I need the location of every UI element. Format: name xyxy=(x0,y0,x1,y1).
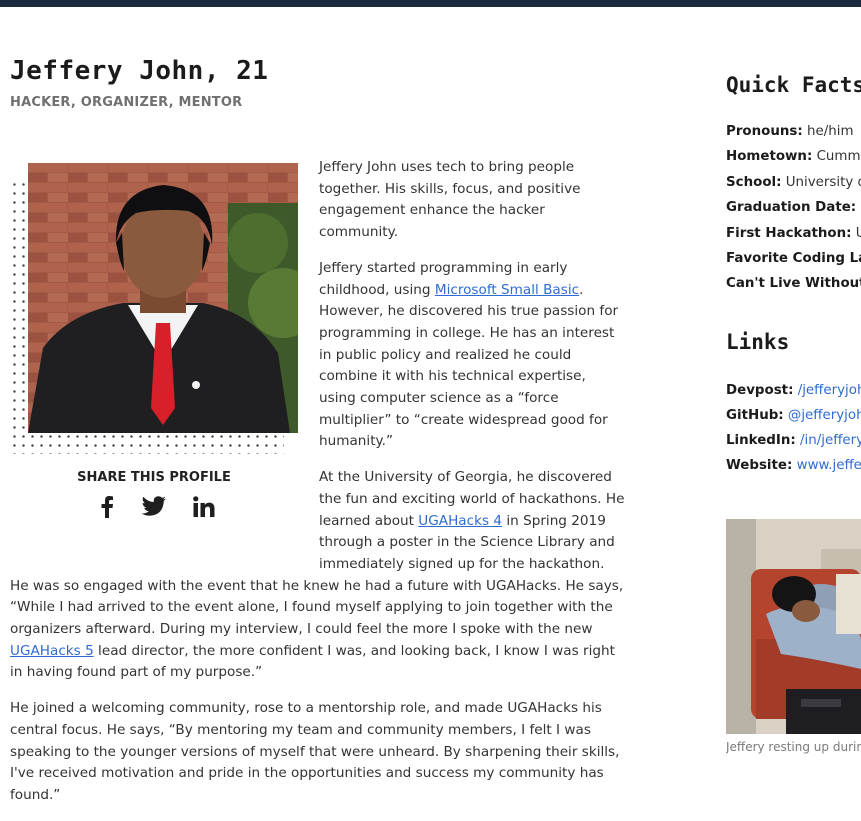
fact-value: he/him xyxy=(802,124,854,139)
fact-first-hackathon: First Hackathon: UG xyxy=(726,224,861,249)
fact-label: Graduation Date: xyxy=(726,200,857,216)
ugahacks-5-link[interactable]: UGAHacks 5 xyxy=(10,643,94,659)
fact-value: UG xyxy=(855,225,861,241)
bio-paragraph-4: He joined a welcoming community, rose to… xyxy=(10,700,620,803)
links-list: Devpost: /jefferyjoh GitHub: @jefferyjoh… xyxy=(726,381,861,481)
profile-name: Jeffery John, 21 xyxy=(10,56,269,86)
fact-label: Hometown: xyxy=(726,149,813,165)
fact-label: Can't Live Without: xyxy=(726,276,861,292)
fact-value: University of xyxy=(785,174,861,190)
fact-pronouns: Pronouns: he/him xyxy=(726,122,861,147)
photo-share-spacer xyxy=(10,157,319,567)
bio-text: lead director, the more confident I was,… xyxy=(10,642,615,681)
fact-label: Pronouns: xyxy=(726,124,803,139)
ugahacks-4-link[interactable]: UGAHacks 4 xyxy=(418,513,502,529)
fact-graduation-date: Graduation Date: 20 xyxy=(726,198,861,223)
devpost-link[interactable]: /jefferyjoh xyxy=(793,383,861,398)
resting-photo xyxy=(726,519,861,734)
profile-bio: Jeffery John uses tech to bring people t… xyxy=(10,157,625,821)
fact-label: First Hackathon: xyxy=(726,225,852,241)
website-link[interactable]: www.jeffer xyxy=(792,458,861,473)
linkedin-link[interactable]: /in/jefferyj xyxy=(796,433,861,448)
link-label: LinkedIn: xyxy=(726,433,796,448)
top-nav-bar xyxy=(0,0,861,7)
fact-hometown: Hometown: Cummi xyxy=(726,147,861,172)
fact-school: School: University of xyxy=(726,173,861,198)
link-github: GitHub: @jefferyjoh xyxy=(726,406,861,431)
link-website: Website: www.jeffer xyxy=(726,456,861,481)
photo-caption: Jeffery resting up durin xyxy=(726,740,861,754)
fact-value: 20 xyxy=(856,200,861,215)
quick-facts-title: Quick Facts xyxy=(726,73,861,97)
link-label: Devpost: xyxy=(726,383,794,398)
fact-value: Cummi xyxy=(812,149,861,165)
fact-favorite-language: Favorite Coding Lan xyxy=(726,249,861,274)
link-devpost: Devpost: /jefferyjoh xyxy=(726,381,861,406)
quick-facts-list: Pronouns: he/him Hometown: Cummi School:… xyxy=(726,122,861,300)
profile-roles: HACKER, ORGANIZER, MENTOR xyxy=(10,95,243,110)
link-label: GitHub: xyxy=(726,408,784,423)
link-linkedin: LinkedIn: /in/jefferyj xyxy=(726,431,861,456)
fact-cant-live-without: Can't Live Without: xyxy=(726,274,861,299)
link-label: Website: xyxy=(726,458,793,473)
microsoft-small-basic-link[interactable]: Microsoft Small Basic xyxy=(435,282,579,298)
github-link[interactable]: @jefferyjoh xyxy=(784,408,861,423)
bio-text: . However, he discovered his true passio… xyxy=(319,281,619,450)
fact-label: Favorite Coding Lan xyxy=(726,250,861,266)
links-title: Links xyxy=(726,330,790,354)
fact-label: School: xyxy=(726,174,782,190)
